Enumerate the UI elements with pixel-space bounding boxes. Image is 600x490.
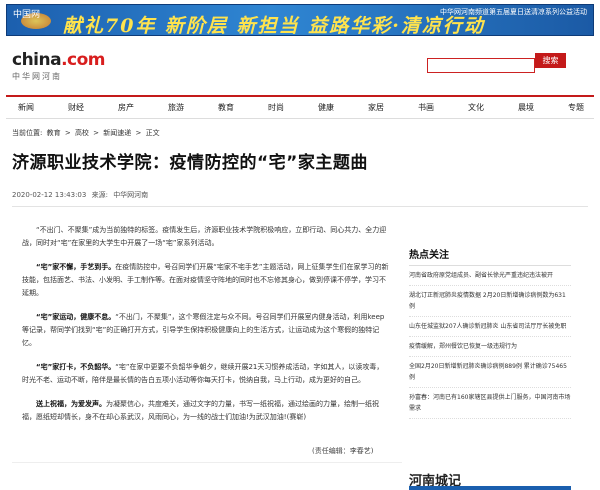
nav-item[interactable]: 专题	[568, 102, 584, 113]
article-meta: 2020-02-12 13:43:03 来源: 中华网河南	[12, 190, 151, 200]
title-divider	[12, 206, 588, 207]
breadcrumb-sep: >	[135, 129, 142, 137]
sidebar-news-item[interactable]: 湖北订正新冠肺炎疫情数据 2月20日新增确诊病例数为631例	[409, 286, 571, 317]
logo-dot: .com	[61, 50, 106, 70]
nav-item[interactable]: 家居	[368, 102, 384, 113]
sidebar-news-item[interactable]: 孙富春：河南已有160家辖区县提供上门服务，中国河南市场需求	[409, 388, 571, 419]
nav-item[interactable]: 教育	[218, 102, 234, 113]
breadcrumb-sep: >	[64, 129, 71, 137]
breadcrumb-link[interactable]: 教育	[47, 129, 61, 137]
breadcrumb-current: 正文	[145, 129, 160, 137]
nav-item[interactable]: 财经	[68, 102, 84, 113]
nav-item[interactable]: 晨境	[518, 102, 534, 113]
nav-item[interactable]: 房产	[118, 102, 134, 113]
banner-campaign-text: 中华网河南频道第五届夏日送清凉系列公益活动	[440, 8, 587, 16]
breadcrumb: 当前位置: 教育 > 高校 > 新闻速递 > 正文	[12, 128, 162, 138]
publish-date: 2020-02-12 13:43:03	[12, 191, 87, 199]
sidebar-news-item[interactable]: 山东任城监狱207人确诊新冠肺炎 山东省司法厅厅长被免职	[409, 317, 571, 337]
site-logo[interactable]: china.com 中华网河南	[12, 50, 106, 82]
source-name: 中华网河南	[113, 191, 149, 199]
sidebar-news-item[interactable]: 全国2月20日新增新冠肺炎确诊病例889例 累计确诊75465例	[409, 357, 571, 388]
search-box: 搜索	[427, 53, 566, 73]
breadcrumb-link[interactable]: 高校	[75, 129, 89, 137]
banner-slogan: 献礼70年 新阶层 新担当 益路华彩·清凉行动	[63, 15, 485, 36]
banner-left-text: 中国网	[13, 10, 41, 20]
search-input[interactable]	[427, 58, 535, 73]
main-nav: 新闻 财经 房产 旅游 教育 时尚 健康 家居 书画 文化 晨境 专题	[6, 95, 594, 119]
responsible-editor: (责任编辑：李春艺)	[312, 447, 374, 455]
sidebar-news-item[interactable]: 河南省政府原党组成员、副省长徐光严重违纪违法被开	[409, 266, 571, 286]
article-paragraph: “宅”家打卡，不负韶华。“宅”在家中更要不负韶华争朝夕，继续开展21天习惯养成活…	[22, 363, 384, 384]
top-banner[interactable]: 中国网 献礼70年 新阶层 新担当 益路华彩·清凉行动 中华网河南频道第五届夏日…	[6, 4, 594, 36]
nav-item[interactable]: 时尚	[268, 102, 284, 113]
search-button[interactable]: 搜索	[535, 53, 566, 68]
article-body: “不出门、不聚集”成为当前独特的标签。疫情发生后，济源职业技术学院积极响应，立即…	[22, 224, 390, 435]
nav-item[interactable]: 健康	[318, 102, 334, 113]
nav-item[interactable]: 新闻	[18, 102, 34, 113]
footer-divider	[12, 462, 402, 463]
article-paragraph: “宅”家运动，健康不怠。“不出门，不聚集”，这个寒假注定与众不同。号召同学们开展…	[22, 313, 385, 347]
article-paragraph: 送上祝福，为爱发声。为凝聚信心，共度难关，通过文字的力量，书写一纸祝福，通过绘画…	[22, 400, 379, 421]
article-paragraph: “不出门、不聚集”成为当前独特的标签。疫情发生后，济源职业技术学院积极响应，立即…	[22, 226, 387, 247]
breadcrumb-label: 当前位置:	[12, 129, 43, 137]
logo-subtitle: 中华网河南	[12, 72, 62, 81]
sidebar-section-bar	[409, 486, 571, 490]
page-title: 济源职业技术学院：疫情防控的“宅”家主题曲	[12, 153, 368, 173]
nav-item[interactable]: 书画	[418, 102, 434, 113]
nav-item[interactable]: 旅游	[168, 102, 184, 113]
sidebar-title: 热点关注	[409, 240, 571, 266]
hot-topics-sidebar: 热点关注 河南省政府原党组成员、副省长徐光严重违纪违法被开 湖北订正新冠肺炎疫情…	[409, 240, 571, 419]
breadcrumb-link[interactable]: 新闻速递	[103, 129, 131, 137]
nav-item[interactable]: 文化	[468, 102, 484, 113]
article-paragraph: “宅”家不懈，手艺到手。在疫情防控中，号召同学们开展“宅家不宅手艺”主题活动，网…	[22, 263, 389, 297]
source-label: 来源:	[91, 191, 108, 199]
breadcrumb-sep: >	[93, 129, 100, 137]
logo-main: china	[12, 50, 62, 70]
sidebar-news-item[interactable]: 疫情缓解，郑州餐饮已恢复一级违规行为	[409, 337, 571, 357]
